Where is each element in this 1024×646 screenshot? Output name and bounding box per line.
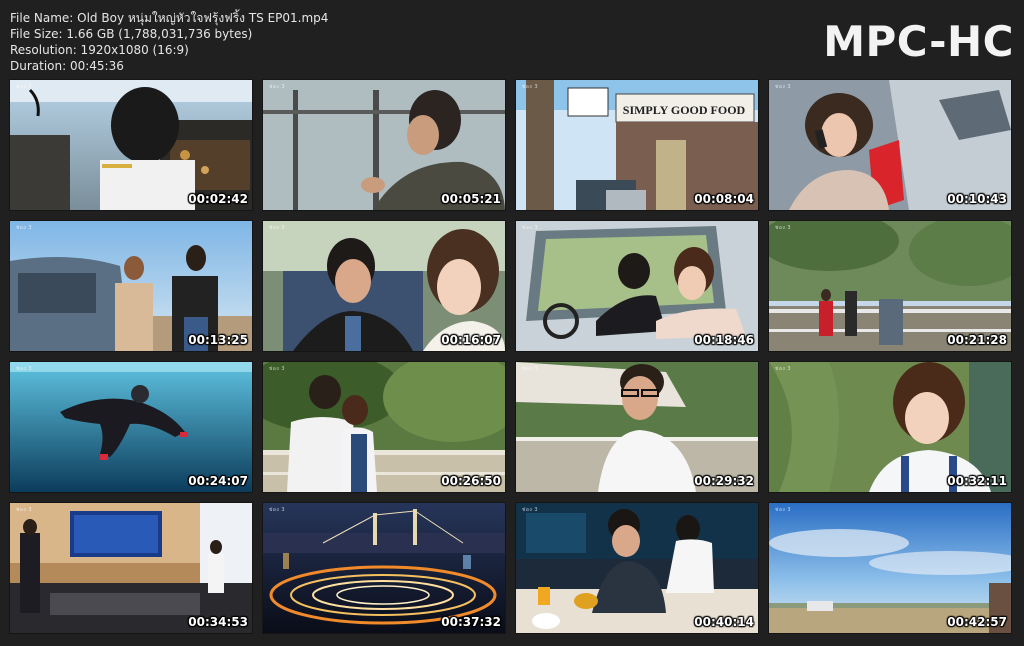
timestamp: 00:37:32 [441,615,501,629]
scene-city-night [263,503,505,633]
channel-watermark: ช่อง 3 [775,225,792,231]
scene-landscape [769,503,1011,633]
scene-woman-car [769,80,1011,210]
scene-man-window [263,80,505,210]
timestamp: 00:05:21 [441,192,501,206]
timestamp: 00:34:53 [188,615,248,629]
timestamp: 00:29:32 [694,474,754,488]
scene-restaurant [516,503,758,633]
scene-office [10,503,252,633]
timestamp: 00:02:42 [188,192,248,206]
channel-watermark: ช่อง 3 [16,225,33,231]
channel-watermark: ช่อง 3 [522,225,539,231]
channel-watermark: ช่อง 3 [269,84,286,90]
channel-watermark: ช่อง 3 [775,366,792,372]
channel-watermark: ช่อง 3 [522,507,539,513]
scene-glasses-man [516,362,758,492]
channel-watermark: ช่อง 3 [269,366,286,372]
thumbnail[interactable]: ช่อง 3 00:26:50 [263,362,505,492]
thumbnail[interactable]: ช่อง 3 00:37:32 [263,503,505,633]
thumbnail[interactable]: ช่อง 3 00:05:21 [263,80,505,210]
channel-watermark: ช่อง 3 [522,84,539,90]
svg-text:SIMPLY GOOD FOOD: SIMPLY GOOD FOOD [623,103,746,117]
scene-couple-car [10,221,252,351]
channel-watermark: ช่อง 3 [16,366,33,372]
thumbnail[interactable]: SIMPLY GOOD FOOD ช่อง 3 00:08:04 [516,80,758,210]
thumbnail[interactable]: ช่อง 3 00:24:07 [10,362,252,492]
timestamp: 00:16:07 [441,333,501,347]
channel-watermark: ช่อง 3 [16,507,33,513]
thumbnail[interactable]: ช่อง 3 00:13:25 [10,221,252,351]
thumbnail[interactable]: ช่อง 3 00:34:53 [10,503,252,633]
thumbnail[interactable]: ช่อง 3 00:21:28 [769,221,1011,351]
channel-watermark: ช่อง 3 [775,84,792,90]
timestamp: 00:13:25 [188,333,248,347]
scene-park [769,221,1011,351]
thumbnail[interactable]: ช่อง 3 00:18:46 [516,221,758,351]
channel-watermark: ช่อง 3 [775,507,792,513]
scene-woman-reading [769,362,1011,492]
scene-storefront: SIMPLY GOOD FOOD [516,80,758,210]
timestamp: 00:42:57 [947,615,1007,629]
thumbnail[interactable]: ช่อง 3 00:40:14 [516,503,758,633]
timestamp: 00:26:50 [441,474,501,488]
scene-balcony-couple [263,362,505,492]
thumbnail[interactable]: ช่อง 3 00:42:57 [769,503,1011,633]
scene-car-interior [516,221,758,351]
thumbnail-grid: ช่อง 3 00:02:42 ช่อง 3 00:05:21 SIMPLY G… [0,0,1024,646]
thumbnail[interactable]: ช่อง 3 00:16:07 [263,221,505,351]
timestamp: 00:32:11 [947,474,1007,488]
channel-watermark: ช่อง 3 [522,366,539,372]
timestamp: 00:18:46 [694,333,754,347]
timestamp: 00:10:43 [947,192,1007,206]
thumbnail[interactable]: ช่อง 3 00:29:32 [516,362,758,492]
timestamp: 00:08:04 [694,192,754,206]
scene-cockpit [10,80,252,210]
channel-watermark: ช่อง 3 [269,507,286,513]
channel-watermark: ช่อง 3 [269,225,286,231]
thumbnail[interactable]: ช่อง 3 00:02:42 [10,80,252,210]
scene-closeup-two [263,221,505,351]
scene-underwater [10,362,252,492]
thumbnail[interactable]: ช่อง 3 00:32:11 [769,362,1011,492]
timestamp: 00:21:28 [947,333,1007,347]
channel-watermark: ช่อง 3 [16,84,33,90]
thumbnail[interactable]: ช่อง 3 00:10:43 [769,80,1011,210]
timestamp: 00:24:07 [188,474,248,488]
timestamp: 00:40:14 [694,615,754,629]
